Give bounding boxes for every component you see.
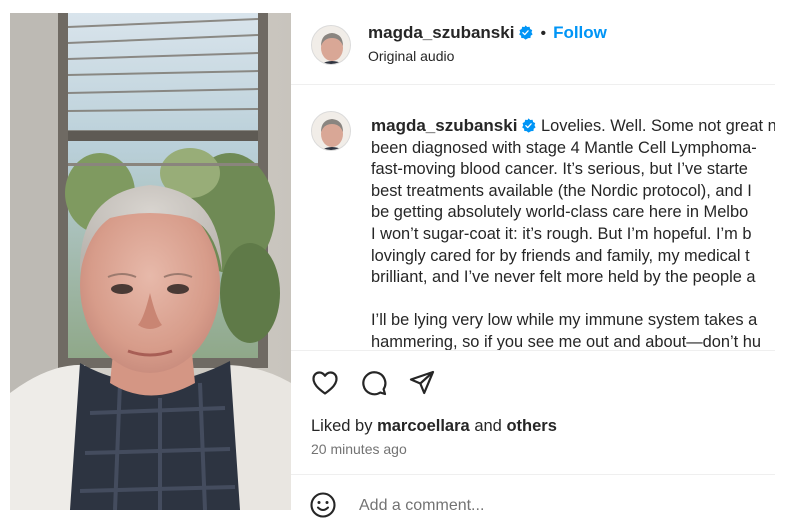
post-timestamp[interactable]: 20 minutes ago bbox=[311, 441, 407, 457]
post-details-panel: magda_szubanski • Follow Original audio m… bbox=[291, 13, 775, 518]
caption-avatar[interactable] bbox=[311, 111, 351, 151]
actions-divider bbox=[291, 350, 775, 351]
verified-badge-icon bbox=[519, 25, 534, 40]
heart-icon[interactable] bbox=[311, 369, 339, 397]
follow-button[interactable]: Follow bbox=[553, 23, 607, 42]
comment-input[interactable] bbox=[359, 493, 739, 518]
caption-line: I’ll be lying very low while my immune s… bbox=[371, 311, 758, 330]
liked-by-user[interactable]: marcoellara bbox=[377, 417, 470, 435]
caption-line: be getting absolutely world-class care h… bbox=[371, 203, 749, 222]
caption-text: Lovelies. Well. Some not great n bbox=[541, 117, 775, 135]
separator-dot: • bbox=[540, 25, 547, 42]
post-media[interactable] bbox=[10, 13, 291, 510]
likes-joiner: and bbox=[474, 417, 502, 435]
caption-avatar-image bbox=[312, 112, 350, 150]
comment-icon[interactable] bbox=[360, 369, 388, 397]
caption-line: I won’t sugar-coat it: it’s rough. But I… bbox=[371, 224, 752, 243]
caption-line: been diagnosed with stage 4 Mantle Cell … bbox=[371, 138, 757, 157]
caption-line: fast-moving blood cancer. It’s serious, … bbox=[371, 160, 748, 179]
post-caption: magda_szubanski Lovelies. Well. Some not… bbox=[371, 115, 775, 354]
likes-prefix: Liked by bbox=[311, 417, 373, 435]
audio-label[interactable]: Original audio bbox=[368, 48, 607, 64]
add-comment-row bbox=[309, 491, 749, 518]
caption-line: magda_szubanski Lovelies. Well. Some not… bbox=[371, 115, 775, 138]
emoji-icon[interactable] bbox=[309, 491, 337, 518]
post-photo bbox=[10, 13, 291, 510]
comment-divider bbox=[291, 474, 775, 475]
verified-badge-icon bbox=[522, 118, 537, 133]
avatar[interactable] bbox=[311, 25, 351, 65]
likes-summary: Liked by marcoellara and others bbox=[311, 417, 557, 436]
caption-spacer bbox=[371, 289, 775, 311]
caption-username[interactable]: magda_szubanski bbox=[371, 116, 517, 135]
caption-line: brilliant, and I’ve never felt more held… bbox=[371, 268, 756, 287]
caption-line: best treatments available (the Nordic pr… bbox=[371, 181, 752, 200]
send-icon[interactable] bbox=[408, 369, 436, 397]
likes-others-link[interactable]: others bbox=[506, 417, 556, 435]
post-header: magda_szubanski • Follow Original audio bbox=[291, 13, 775, 85]
header-text: magda_szubanski • Follow Original audio bbox=[368, 23, 607, 64]
avatar-image bbox=[312, 26, 350, 64]
caption-line: lovingly cared for by friends and family… bbox=[371, 246, 750, 265]
header-username[interactable]: magda_szubanski bbox=[368, 23, 514, 42]
